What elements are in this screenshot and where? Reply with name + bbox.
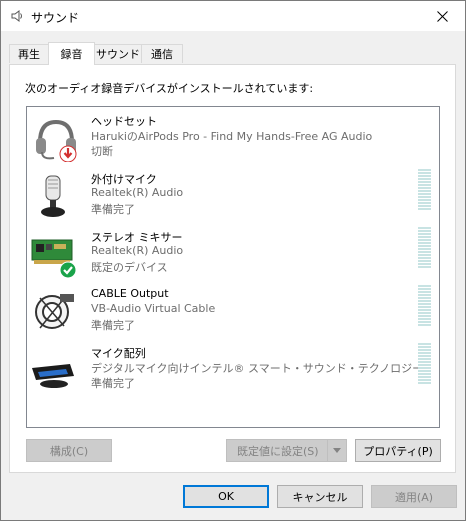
external-microphone-icon bbox=[41, 175, 65, 217]
device-item-mic-array[interactable]: マイク配列 デジタルマイク向けインテル® スマート・サウンド・テクノロジー 準備… bbox=[27, 342, 439, 400]
recording-panel: 次のオーディオ録音デバイスがインストールされています: ヘッドセット Haruk… bbox=[9, 64, 456, 473]
headset-icon bbox=[36, 119, 77, 162]
ok-button[interactable]: OK bbox=[183, 485, 269, 508]
sound-dialog: サウンド 再生 録音 サウンド 通信 次のオーディオ録音デバイスがインストールさ… bbox=[0, 0, 466, 521]
speaker-app-icon bbox=[10, 9, 24, 26]
device-item-stereo-mixer[interactable]: ステレオ ミキサー Realtek(R) Audio 既定のデバイス bbox=[27, 226, 439, 284]
device-item-external-mic[interactable]: 外付けマイク Realtek(R) Audio 準備完了 bbox=[27, 168, 439, 226]
instruction-text: 次のオーディオ録音デバイスがインストールされています: bbox=[25, 82, 314, 95]
device-name: ステレオ ミキサー bbox=[91, 231, 183, 244]
device-item-headset[interactable]: ヘッドセット HarukiのAirPods Pro - Find My Hand… bbox=[27, 110, 439, 168]
device-status: 準備完了 bbox=[91, 377, 135, 390]
device-status: 準備完了 bbox=[91, 319, 135, 332]
cable-icon bbox=[35, 294, 74, 329]
device-description: HarukiのAirPods Pro - Find My Hands-Free … bbox=[91, 130, 373, 143]
cancel-button[interactable]: キャンセル bbox=[277, 485, 363, 508]
device-name: ヘッドセット bbox=[91, 115, 157, 128]
tab-playback[interactable]: 再生 bbox=[9, 44, 49, 63]
device-description: Realtek(R) Audio bbox=[91, 244, 184, 257]
title-bar: サウンド bbox=[1, 1, 465, 31]
chevron-down-icon bbox=[333, 448, 341, 453]
device-status: 既定のデバイス bbox=[91, 261, 168, 274]
level-meter bbox=[418, 343, 431, 385]
apply-button[interactable]: 適用(A) bbox=[371, 485, 457, 508]
device-name: CABLE Output bbox=[91, 287, 169, 300]
microphone-array-icon bbox=[32, 364, 74, 388]
tab-communications[interactable]: 通信 bbox=[141, 44, 183, 63]
window-title: サウンド bbox=[31, 11, 80, 25]
set-default-button[interactable]: 既定値に設定(S) bbox=[226, 439, 347, 462]
close-button[interactable] bbox=[419, 1, 465, 31]
level-meter bbox=[418, 227, 431, 269]
tab-recording[interactable]: 録音 bbox=[48, 42, 95, 65]
device-status: 切断 bbox=[91, 145, 113, 158]
device-description: VB-Audio Virtual Cable bbox=[91, 302, 216, 315]
properties-button[interactable]: プロパティ(P) bbox=[355, 439, 441, 462]
sound-card-icon bbox=[31, 239, 77, 278]
tab-sounds[interactable]: サウンド bbox=[94, 44, 142, 63]
set-default-label: 既定値に設定(S) bbox=[237, 444, 319, 458]
device-item-cable-output[interactable]: CABLE Output VB-Audio Virtual Cable 準備完了 bbox=[27, 284, 439, 342]
device-description: デジタルマイク向けインテル® スマート・サウンド・テクノロジー bbox=[91, 362, 424, 375]
device-description: Realtek(R) Audio bbox=[91, 186, 184, 199]
device-list[interactable]: ヘッドセット HarukiのAirPods Pro - Find My Hand… bbox=[26, 106, 440, 428]
set-default-dropdown[interactable] bbox=[327, 440, 346, 461]
configure-button[interactable]: 構成(C) bbox=[26, 439, 112, 462]
device-name: マイク配列 bbox=[91, 347, 146, 360]
level-meter bbox=[418, 169, 431, 211]
level-meter bbox=[418, 285, 431, 327]
device-status: 準備完了 bbox=[91, 203, 135, 216]
device-name: 外付けマイク bbox=[91, 173, 157, 186]
close-icon bbox=[436, 10, 448, 22]
